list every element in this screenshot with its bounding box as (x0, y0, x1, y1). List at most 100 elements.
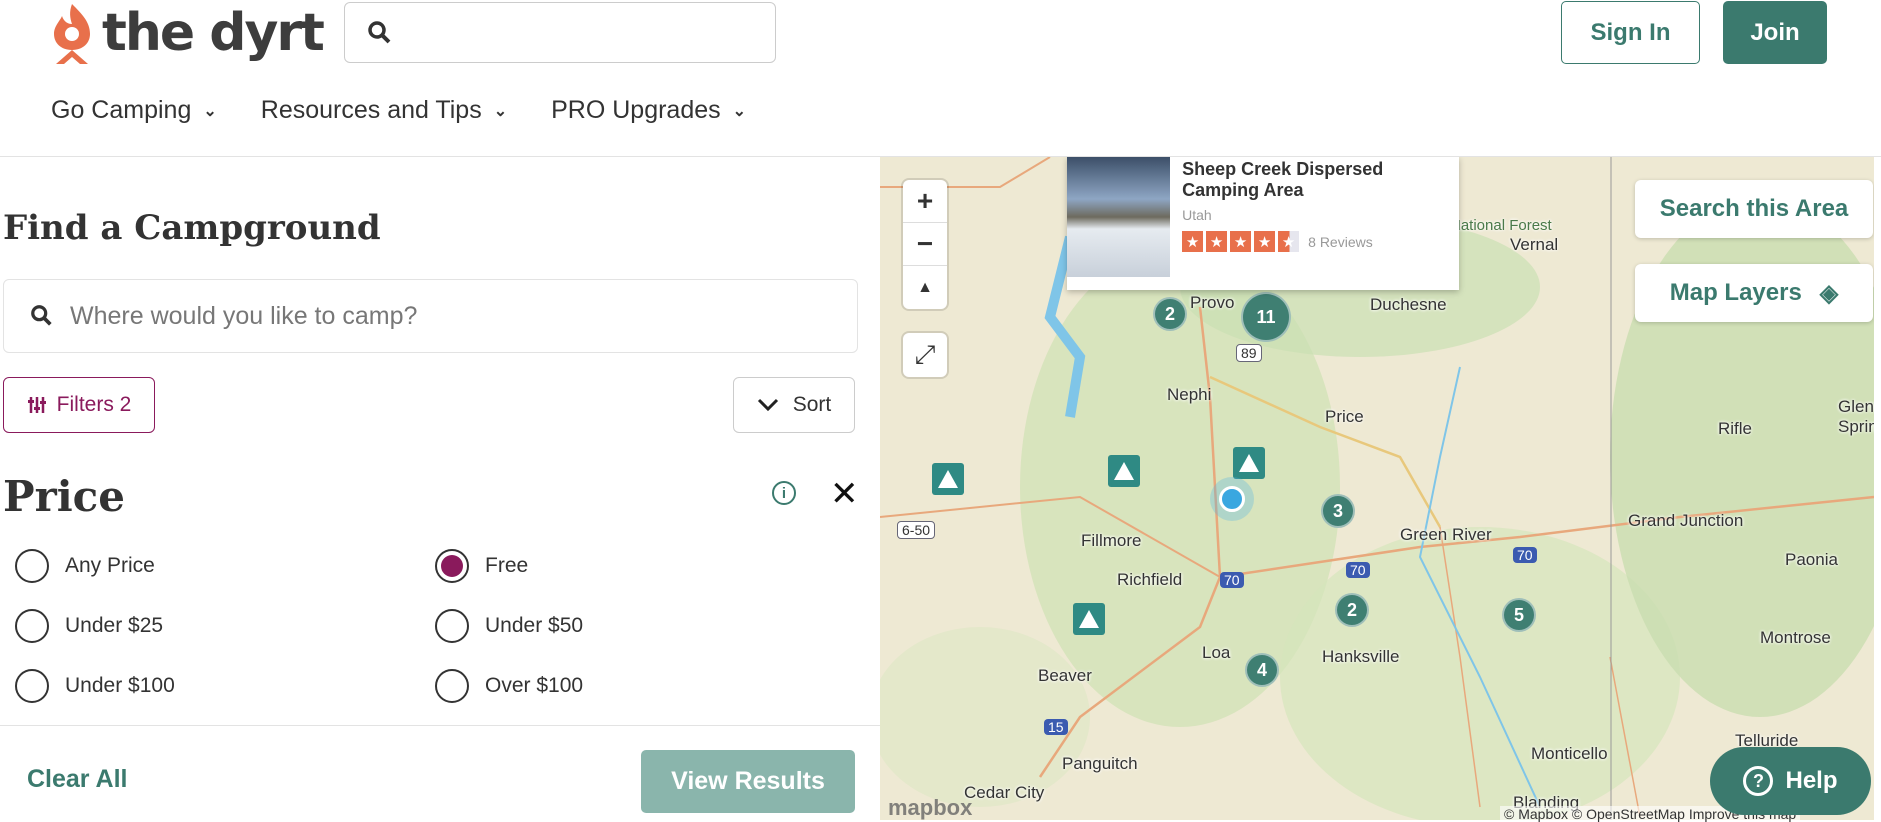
place-label: Glenwood Springs (1838, 397, 1874, 436)
place-label: Green River (1400, 525, 1492, 544)
place-label: Beaver (1038, 666, 1092, 685)
radio-under-100[interactable]: Under $100 (15, 669, 175, 703)
cluster-marker[interactable]: 4 (1245, 653, 1279, 687)
filters-label: Filters 2 (56, 393, 132, 416)
place-label: National Forest (1450, 217, 1552, 234)
radio-circle[interactable] (15, 669, 49, 703)
radio-over-100[interactable]: Over $100 (435, 669, 583, 703)
main-nav: Go Camping ⌄ Resources and Tips ⌄ PRO Upgr… (51, 96, 746, 125)
radio-label: Under $50 (485, 614, 584, 637)
radio-circle[interactable] (435, 609, 469, 643)
campground-popup[interactable]: Sheep Creek Dispersed Camping Area Utah … (1067, 157, 1459, 290)
campground-photo (1067, 157, 1171, 277)
radio-circle[interactable] (435, 549, 469, 583)
nav-go-camping[interactable]: Go Camping ⌄ (51, 96, 217, 125)
help-label: Help (1785, 767, 1838, 794)
question-icon: ? (1743, 766, 1774, 796)
header-search-input[interactable] (344, 2, 776, 63)
sliders-icon (27, 397, 46, 413)
radio-label: Any Price (65, 554, 155, 577)
radio-label: Under $100 (65, 674, 175, 697)
location-input[interactable] (70, 301, 770, 331)
place-label: Hanksville (1322, 647, 1400, 666)
radio-under-25[interactable]: Under $25 (15, 609, 163, 643)
clear-all-link[interactable]: Clear All (27, 765, 128, 794)
campground-tent-icon[interactable] (1073, 603, 1105, 635)
interstate-shield: 70 (1513, 547, 1537, 563)
radio-label: Free (485, 554, 529, 577)
radio-circle[interactable] (435, 669, 469, 703)
map[interactable]: + − ▲ ⤢ Provo Duchesne Vernal Nephi Pric… (880, 157, 1874, 820)
sign-in-button[interactable]: Sign In (1561, 1, 1700, 64)
place-label: Cedar City (964, 783, 1045, 802)
close-icon[interactable]: ✕ (830, 474, 859, 514)
cluster-marker[interactable]: 5 (1502, 598, 1536, 632)
place-label: Montrose (1760, 628, 1831, 647)
place-label: Duchesne (1370, 295, 1447, 314)
place-label: Loa (1202, 643, 1231, 662)
campground-tent-icon[interactable] (1108, 455, 1140, 487)
interstate-shield: 70 (1346, 562, 1370, 578)
logo-text: the dyrt (102, 2, 325, 63)
info-icon[interactable]: i (772, 481, 796, 505)
radio-circle[interactable] (15, 609, 49, 643)
zoom-in-button[interactable]: + (903, 180, 947, 223)
highway-shield: 89 (1236, 344, 1262, 362)
nav-pro-upgrades[interactable]: PRO Upgrades ⌄ (551, 96, 746, 125)
fullscreen-icon[interactable]: ⤢ (903, 333, 947, 377)
radio-any-price[interactable]: Any Price (15, 549, 155, 583)
campground-tent-icon[interactable] (932, 463, 964, 495)
radio-under-50[interactable]: Under $50 (435, 609, 583, 643)
cluster-marker[interactable]: 3 (1321, 494, 1355, 528)
user-location-marker (1210, 477, 1254, 521)
nav-label: Go Camping (51, 96, 192, 124)
rating-stars: ★ ★ ★ ★ ★ 8 Reviews (1182, 231, 1459, 252)
search-icon (31, 305, 52, 326)
sort-label: Sort (792, 393, 832, 416)
filters-button[interactable]: Filters 2 (3, 377, 155, 433)
star-half-icon: ★ (1278, 231, 1300, 252)
map-layers-label: Map Layers (1669, 279, 1802, 306)
place-label: Price (1325, 407, 1364, 426)
place-label: Grand Junction (1628, 511, 1744, 530)
price-heading: Price (3, 472, 125, 521)
sort-button[interactable]: Sort (733, 377, 855, 433)
nav-resources-and-tips[interactable]: Resources and Tips ⌄ (261, 96, 507, 125)
help-button[interactable]: ? Help (1710, 747, 1871, 815)
place-label: Richfield (1117, 570, 1183, 589)
zoom-out-button[interactable]: − (903, 223, 947, 266)
nav-label: PRO Upgrades (551, 96, 721, 124)
place-label: Vernal (1510, 235, 1559, 254)
page-title: Find a Campground (3, 208, 381, 248)
campground-name[interactable]: Sheep Creek Dispersed Camping Area (1182, 159, 1459, 201)
place-label: Provo (1190, 293, 1235, 312)
search-icon (368, 21, 391, 44)
footer-divider (0, 725, 880, 726)
logo[interactable]: the dyrt (50, 0, 325, 65)
join-button[interactable]: Join (1723, 1, 1827, 64)
star-icon: ★ (1206, 231, 1228, 252)
campfire-logo-icon (54, 3, 90, 64)
place-label: Monticello (1531, 744, 1608, 763)
view-results-button[interactable]: View Results (641, 750, 855, 813)
mapbox-logo[interactable]: mapbox (888, 795, 972, 821)
cluster-marker[interactable]: 2 (1335, 593, 1369, 627)
cluster-marker[interactable]: 2 (1153, 297, 1187, 331)
compass-button[interactable]: ▲ (903, 266, 947, 309)
campground-state: Utah (1182, 207, 1212, 223)
place-label: Nephi (1167, 385, 1212, 404)
campground-tent-icon[interactable] (1233, 447, 1265, 479)
place-label: Rifle (1718, 419, 1753, 438)
radio-free[interactable]: Free (435, 549, 528, 583)
review-count[interactable]: 8 Reviews (1308, 234, 1373, 250)
radio-label: Under $25 (65, 614, 164, 637)
star-icon: ★ (1230, 231, 1252, 252)
search-this-area-button[interactable]: Search this Area (1635, 180, 1873, 238)
cluster-marker[interactable]: 11 (1241, 292, 1291, 342)
chevron-down-icon: ⌄ (493, 102, 508, 120)
radio-circle[interactable] (15, 549, 49, 583)
location-search[interactable] (3, 279, 858, 353)
interstate-shield: 70 (1220, 572, 1244, 588)
map-layers-button[interactable]: Map Layers ◈ (1635, 264, 1873, 322)
place-label: Fillmore (1081, 531, 1142, 550)
